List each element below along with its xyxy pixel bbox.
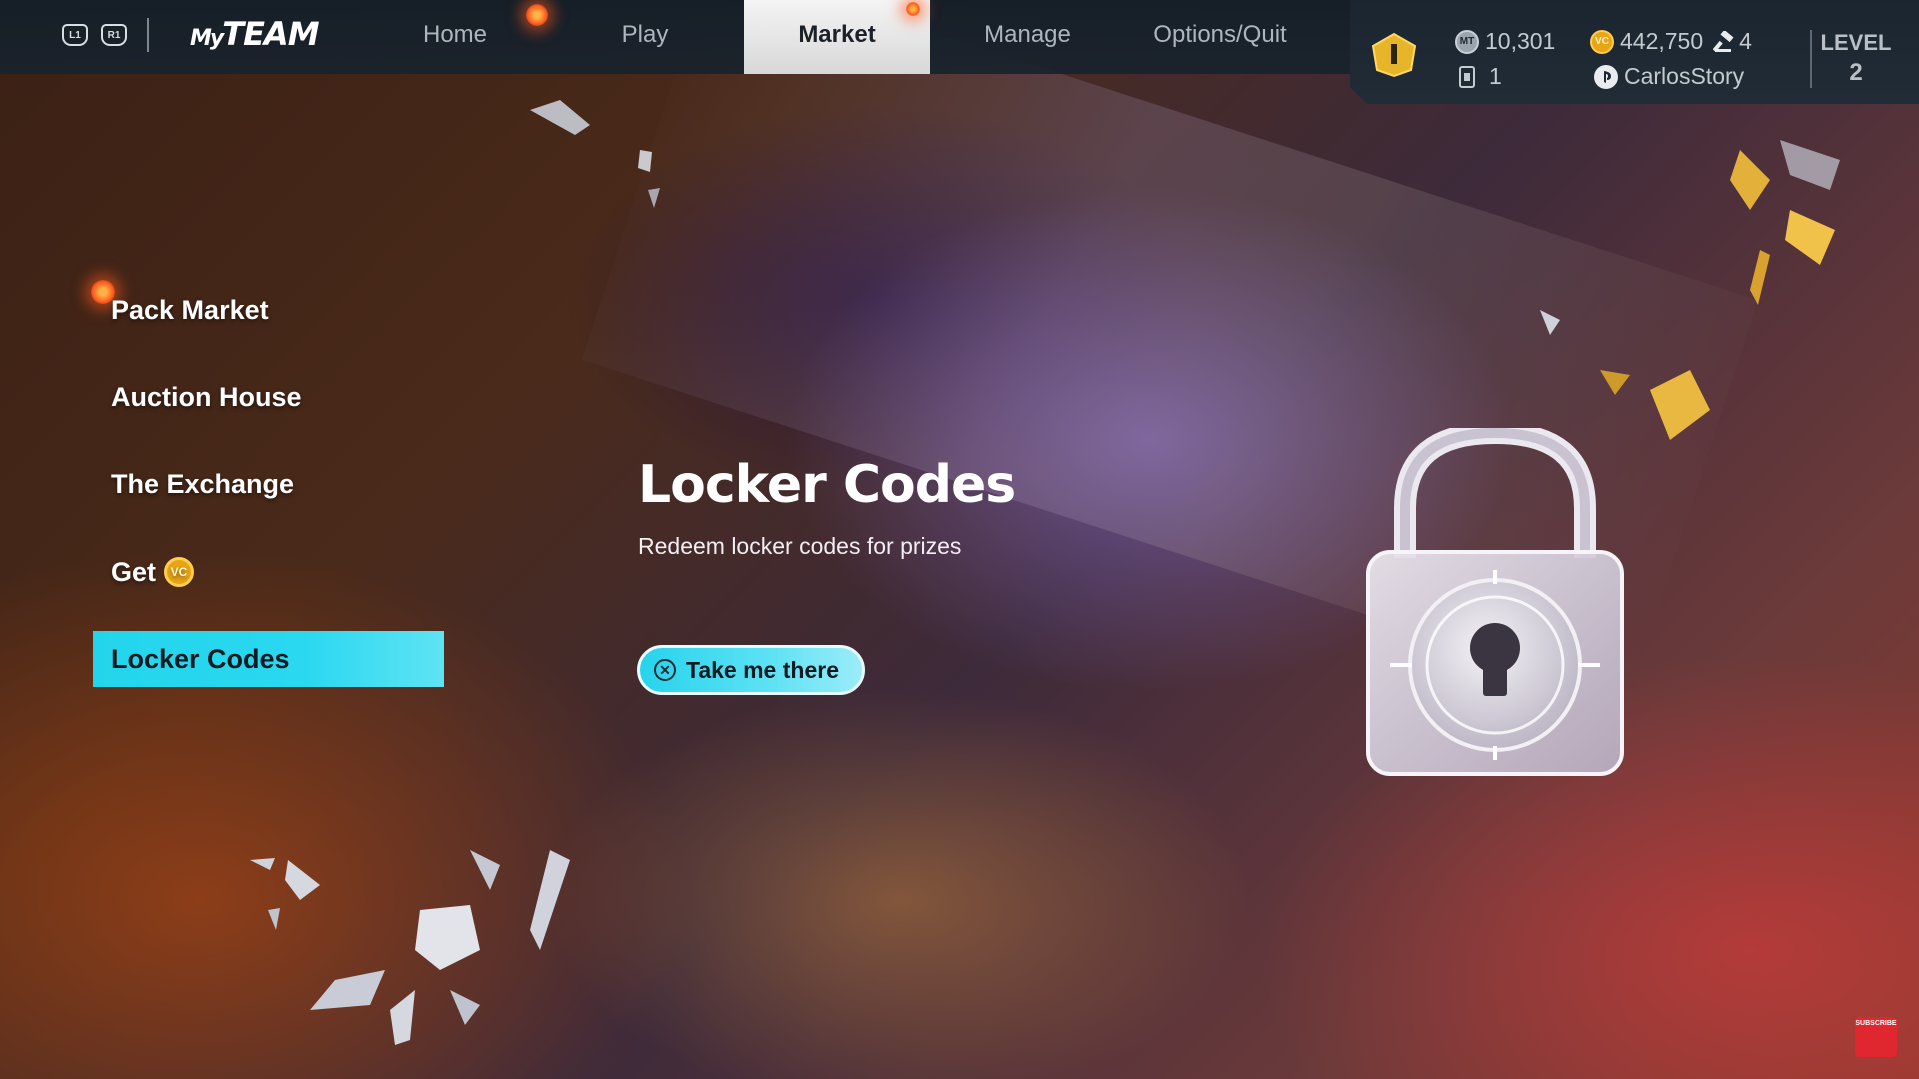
level-label-text: LEVEL <box>1820 30 1892 55</box>
padlock-icon <box>1366 428 1624 776</box>
page-subtitle: Redeem locker codes for prizes <box>638 533 962 559</box>
vc-coin-icon: VC <box>164 557 195 587</box>
menu-item-pack-market[interactable]: Pack Market <box>93 282 444 338</box>
menu-item-get-vc[interactable]: Get VC <box>93 544 444 600</box>
auction-count-value: 4 <box>1739 28 1752 54</box>
menu-item-auction-house[interactable]: Auction House <box>93 369 444 425</box>
vc-coin-icon: VC <box>1590 29 1614 54</box>
locker-ticket-icon <box>1459 65 1475 88</box>
tab-play[interactable]: Play <box>590 0 700 74</box>
auction-gavel-icon <box>1713 30 1734 52</box>
tab-options-quit[interactable]: Options/Quit <box>1130 0 1310 74</box>
level-value: 2 <box>1849 59 1863 86</box>
rank-badge-icon <box>1371 32 1417 78</box>
player-level: LEVEL 2 <box>1819 30 1893 86</box>
mt-coin-icon: MT <box>1455 29 1479 54</box>
vc-balance-value: 442,750 <box>1620 28 1704 54</box>
psn-username: CarlosStory <box>1594 63 1744 90</box>
cross-button-icon: ✕ <box>654 659 676 681</box>
menu-item-get-label: Get <box>111 556 157 587</box>
vc-balance: VC 442,750 4 <box>1590 28 1752 55</box>
tab-home[interactable]: Home <box>400 0 510 74</box>
glass-shards-top-icon <box>530 100 660 208</box>
mt-balance: MT 10,301 <box>1455 28 1555 55</box>
mt-balance-value: 10,301 <box>1485 28 1556 54</box>
glass-shards-bottom-icon <box>250 850 570 1045</box>
playstation-icon <box>1594 64 1618 89</box>
l1-bumper-icon[interactable]: L1 <box>62 24 88 46</box>
tickets-value: 1 <box>1489 63 1502 89</box>
level-divider <box>1810 30 1812 88</box>
tickets-count: 1 <box>1457 63 1502 90</box>
myteam-logo: MyTEAM <box>190 15 320 53</box>
topbar-divider <box>147 18 149 52</box>
tab-market[interactable]: Market <box>744 0 930 74</box>
subscribe-button[interactable]: SUBSCRIBE <box>1855 1017 1897 1057</box>
market-screen: L1 R1 MyTEAM Home Play Market Manage Opt… <box>0 0 1919 1079</box>
take-me-there-button[interactable]: ✕ Take me there <box>637 645 865 695</box>
page-title: Locker Codes <box>638 455 1016 515</box>
take-me-there-label: Take me there <box>686 656 839 683</box>
home-notification-dot-icon <box>526 4 548 26</box>
r1-bumper-icon[interactable]: R1 <box>101 24 127 46</box>
username-value: CarlosStory <box>1624 63 1745 89</box>
menu-item-locker-codes[interactable]: Locker Codes <box>93 631 444 687</box>
tab-manage[interactable]: Manage <box>960 0 1095 74</box>
gold-shards-icon <box>1540 140 1840 440</box>
market-notification-dot-icon <box>906 2 920 16</box>
menu-item-the-exchange[interactable]: The Exchange <box>93 456 444 512</box>
